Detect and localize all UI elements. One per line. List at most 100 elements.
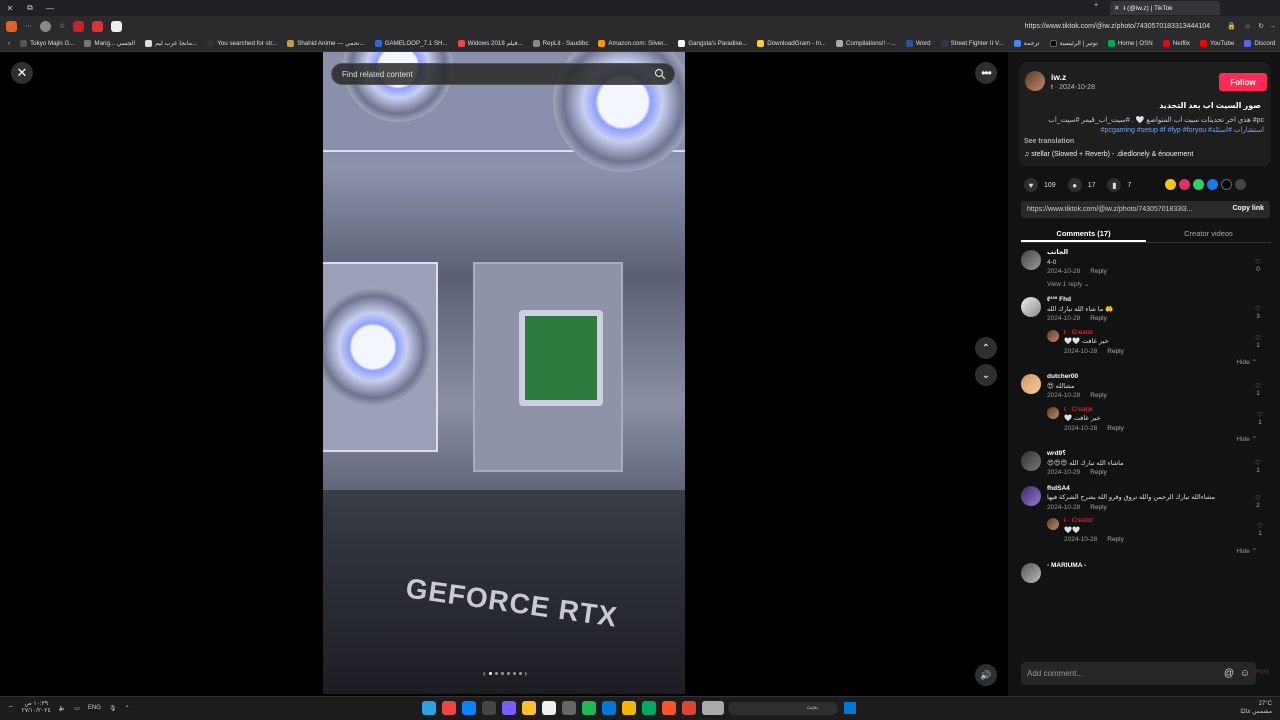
app-icon[interactable] [642, 701, 656, 715]
bookmark-item[interactable]: Word [905, 40, 931, 47]
mic-icon[interactable]: 🎙 [109, 705, 117, 712]
bookmark-item[interactable]: RepLit - Saudibc [532, 40, 588, 47]
share-more-icon[interactable] [1235, 179, 1246, 190]
bookmarks-back-icon[interactable]: ‹ [8, 40, 10, 47]
comment-like-button[interactable]: ♡ 1 [1253, 459, 1263, 474]
browser-tab[interactable]: ✕ ŧ (@iw.z) | TikTok [1110, 1, 1220, 15]
bookmark-item[interactable]: YouTube [1199, 40, 1234, 47]
minimize-window-icon[interactable]: — [40, 4, 60, 13]
address-bar[interactable]: https://www.tiktok.com/@iw.z/photo/74305… [1025, 23, 1210, 30]
copy-link-button[interactable]: Copy link [1232, 205, 1264, 212]
search-icon[interactable] [654, 68, 666, 80]
view-replies-button[interactable]: View 1 reply ⌄ [1047, 280, 1271, 290]
app-icon[interactable] [562, 701, 576, 715]
whatsapp-share-icon[interactable] [1193, 179, 1204, 190]
mention-icon[interactable]: @ [1224, 668, 1234, 679]
commenter-avatar[interactable] [1021, 562, 1041, 583]
reply-button[interactable]: Reply [1107, 425, 1124, 432]
carousel-dot[interactable] [494, 672, 498, 675]
commenter-name[interactable]: الجانب [1047, 248, 1271, 258]
bookmark-item[interactable]: Shahid Anime — تحمي... [287, 40, 365, 47]
carousel-dot[interactable] [518, 672, 522, 675]
reply-button[interactable]: Reply [1090, 469, 1107, 476]
facebook-share-icon[interactable] [1207, 179, 1218, 190]
x-share-icon[interactable] [1221, 179, 1232, 190]
bookmark-item[interactable]: ترجمة [1013, 40, 1040, 47]
explorer-icon[interactable] [622, 701, 636, 715]
reply-like-button[interactable]: ♡ 1 [1257, 522, 1263, 537]
back-icon[interactable]: → [1269, 23, 1276, 30]
weather-widget[interactable]: 27°C مشمس غالبًا [1240, 700, 1272, 716]
xbox-icon[interactable] [602, 701, 616, 715]
commenter-name[interactable]: ℓ²³⁰ Fhd [1047, 295, 1271, 305]
profile-icon[interactable] [40, 20, 51, 32]
youtube-icon[interactable] [73, 20, 85, 32]
reply-like-button[interactable]: ♡ 1 [1253, 334, 1263, 349]
commenter-name[interactable]: dutcher00 [1047, 372, 1271, 382]
reply-author[interactable]: ŧ · Creator [1064, 516, 1271, 526]
next-post-button[interactable]: ⌄ [975, 364, 997, 386]
reply-button[interactable]: Reply [1090, 268, 1107, 275]
bookmark-item[interactable]: توتير | الرئيسية [1049, 40, 1098, 47]
hide-replies-button[interactable]: Hide ⌃ [1021, 358, 1257, 366]
close-viewer-button[interactable]: ✕ [11, 62, 33, 84]
creator-avatar[interactable] [1047, 518, 1059, 530]
app-icon[interactable] [502, 701, 516, 715]
post-photo[interactable]: GEFORCE RTX [323, 52, 685, 694]
commenter-name[interactable]: fhdSA4 [1047, 484, 1271, 494]
bookmark-item[interactable]: Compilations!! - ... [836, 40, 896, 47]
bookmark-item[interactable]: DownloadGram - In... [757, 40, 826, 47]
bookmark-item[interactable]: GAMELOOP_7.1 SH... [374, 40, 448, 47]
language-indicator[interactable]: ENG [88, 705, 101, 711]
reply-button[interactable]: Reply [1107, 536, 1124, 543]
extension-icon[interactable] [111, 20, 123, 32]
commenter-avatar[interactable] [1021, 297, 1041, 317]
carousel-dot[interactable] [500, 672, 504, 675]
comment-like-button[interactable]: ♡ 0 [1253, 258, 1263, 273]
post-comment-button[interactable]: Post [1255, 669, 1269, 676]
carousel-dot[interactable] [512, 672, 516, 675]
comment-like-button[interactable]: ♡ 3 [1253, 305, 1263, 320]
menu-icon[interactable]: ⋯ [25, 22, 32, 30]
carousel-dot[interactable] [488, 672, 492, 675]
taskbar-search[interactable]: بحث [728, 702, 838, 715]
reply-like-button[interactable]: ♡ 1 [1257, 411, 1263, 426]
reply-button[interactable]: Reply [1090, 392, 1107, 399]
bookmark-item[interactable]: Tokyo Majin G... [20, 40, 74, 47]
steam-icon[interactable] [482, 701, 496, 715]
music-link[interactable]: ♫ stellar (Slowed + Reverb) - .diedlonel… [1024, 151, 1193, 158]
reply-button[interactable]: Reply [1090, 315, 1107, 322]
reply-button[interactable]: Reply [1090, 504, 1107, 511]
hide-replies-button[interactable]: Hide ⌃ [1021, 547, 1257, 555]
network-icon[interactable]: ▭ [74, 705, 80, 712]
adblock-icon[interactable] [92, 20, 104, 32]
commenter-name[interactable]: wrd9؟ [1047, 449, 1271, 459]
carousel-prev-icon[interactable]: ‹ [483, 669, 486, 678]
commenter-avatar[interactable] [1021, 250, 1041, 270]
reload-icon[interactable]: ↻ [1258, 22, 1264, 30]
volume-button[interactable]: 🔊 [975, 664, 997, 686]
reply-button[interactable]: Reply [1107, 348, 1124, 355]
like-button[interactable]: ♥ [1024, 178, 1038, 192]
reply-author[interactable]: ŧ · Creator [1064, 328, 1271, 338]
commenter-avatar[interactable] [1021, 451, 1041, 471]
tab-close-icon[interactable]: ✕ [1114, 4, 1119, 12]
wifi-icon[interactable]: ⌔ [8, 704, 14, 712]
creator-avatar[interactable] [1047, 329, 1059, 342]
chrome-icon[interactable] [682, 701, 696, 715]
tiktok-friends-share-icon[interactable] [1179, 179, 1190, 190]
carousel-dot[interactable] [506, 672, 510, 675]
bookmark-item[interactable]: Discord [1244, 40, 1275, 47]
app-icon[interactable] [702, 701, 724, 715]
comment-like-button[interactable]: ♡ 1 [1253, 382, 1263, 397]
bookmark-item[interactable]: Netflix [1162, 40, 1190, 47]
edge-icon[interactable] [462, 701, 476, 715]
bookmark-item[interactable]: Gangsta's Paradise... [678, 40, 747, 47]
bookmark-item[interactable]: You searched for str... [207, 40, 277, 47]
related-search-input[interactable]: Find related content [331, 63, 675, 85]
tab-creator-videos[interactable]: Creator videos [1146, 226, 1271, 242]
close-window-icon[interactable]: ✕ [0, 4, 20, 13]
reply-author[interactable]: ŧ · Creator [1064, 405, 1271, 415]
more-options-button[interactable]: ••• [975, 62, 997, 84]
previous-post-button[interactable]: ⌃ [975, 337, 997, 359]
